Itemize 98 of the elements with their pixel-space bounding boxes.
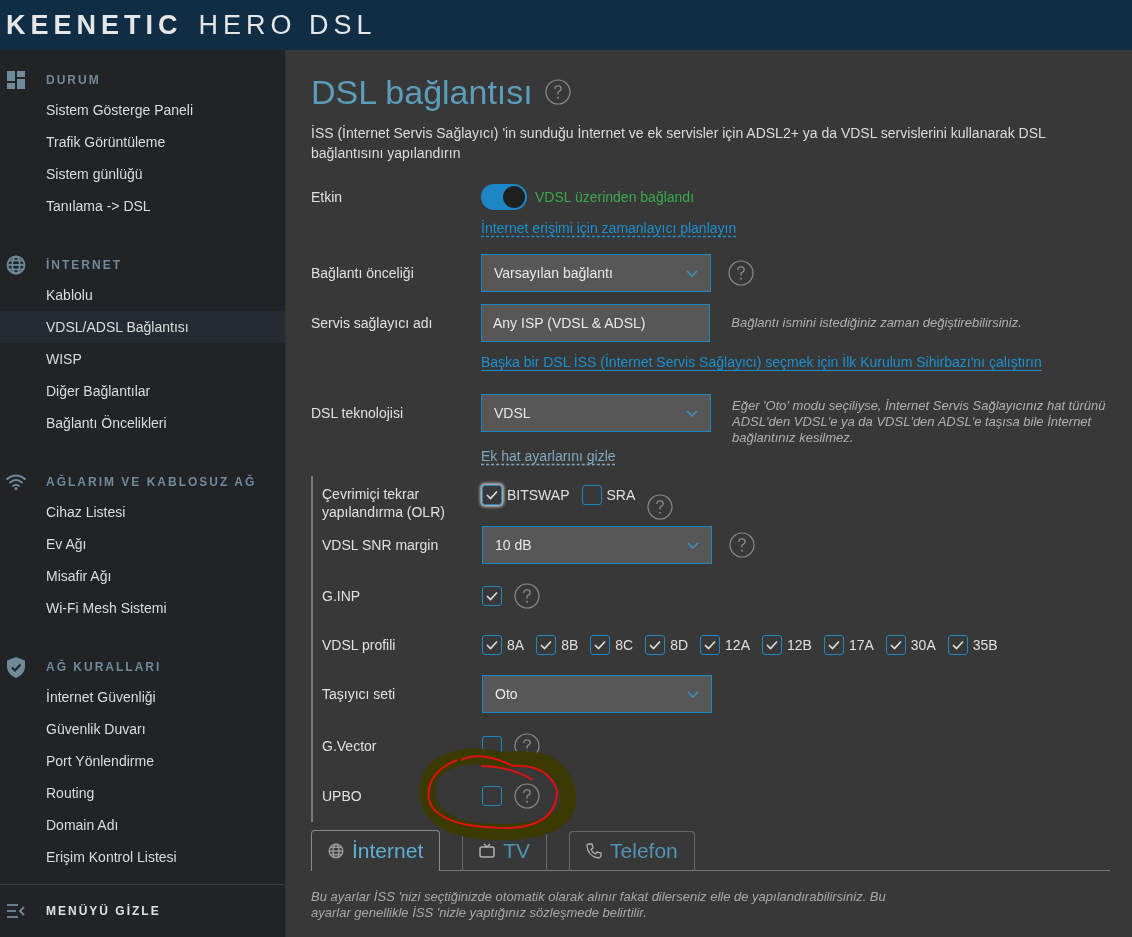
collapse-menu-icon	[7, 904, 25, 918]
model-name: HERO DSL	[198, 9, 377, 41]
hint-text: Bağlantı ismini istediğiniz zaman değiştirebilirsiniz.	[731, 315, 1023, 331]
sidebar-item[interactable]: Misafir Ağı	[0, 560, 285, 592]
checkbox[interactable]	[482, 635, 502, 655]
dropdown[interactable]: 10 dB	[482, 526, 712, 564]
checkbox-label: BITSWAP	[507, 487, 570, 503]
sidebar-section-heading: DURUM	[46, 73, 101, 87]
check-icon	[889, 640, 902, 650]
field-label: Bağlantı önceliği	[311, 264, 415, 282]
sidebar-item[interactable]: Ev Ağı	[0, 528, 285, 560]
sidebar-section-heading: İNTERNET	[46, 258, 122, 272]
field-label: VDSL profili	[322, 636, 397, 654]
globe-icon	[328, 843, 344, 859]
hide-menu-button[interactable]: MENÜYÜ GİZLE	[46, 904, 161, 918]
check-icon	[827, 640, 840, 650]
checkbox[interactable]	[823, 635, 844, 655]
checkbox[interactable]	[536, 635, 557, 655]
chevron-down-icon	[686, 269, 698, 277]
toggle-switch[interactable]	[481, 184, 527, 210]
sidebar-item[interactable]: Wi-Fi Mesh Sistemi	[0, 592, 285, 624]
checkbox[interactable]	[947, 635, 968, 655]
field-label: UPBO	[322, 787, 363, 805]
sidebar-item[interactable]: Sistem Gösterge Paneli	[0, 94, 285, 126]
checkbox-label: 8D	[670, 637, 689, 653]
sidebar-item[interactable]: Kablolu	[0, 279, 285, 311]
sidebar-item[interactable]: İnternet Güvenliği	[0, 681, 285, 713]
chevron-down-icon	[687, 690, 699, 698]
connection-status: VDSL üzerinden bağlandı	[535, 189, 695, 205]
checkbox-label: 12B	[787, 637, 812, 653]
checkbox[interactable]	[590, 635, 611, 655]
checkbox[interactable]	[482, 586, 502, 606]
checkbox[interactable]	[645, 635, 666, 655]
checkbox-label: 12A	[725, 637, 750, 653]
check-icon	[704, 640, 717, 650]
field-label: Servis sağlayıcı adı	[311, 314, 434, 332]
phone-icon	[586, 843, 603, 859]
sidebar-item[interactable]: Trafik Görüntüleme	[0, 126, 285, 158]
sidebar-item[interactable]: Bağlantı Öncelikleri	[0, 407, 285, 439]
field-label: VDSL SNR margin	[322, 536, 440, 554]
field-label: Taşıyıcı seti	[322, 685, 397, 703]
sidebar-section-heading: AĞ KURALLARI	[46, 660, 162, 674]
sidebar-item[interactable]: Port Yönlendirme	[0, 745, 285, 777]
sidebar-item[interactable]: Sistem günlüğü	[0, 158, 285, 190]
sidebar-item[interactable]: WISP	[0, 343, 285, 375]
field-label: DSL teknolojisi	[311, 404, 405, 422]
checkbox[interactable]	[581, 485, 602, 505]
sidebar-item[interactable]: Diğer Bağlantılar	[0, 375, 285, 407]
checkbox[interactable]	[482, 485, 502, 505]
sidebar-item[interactable]: Erişim Kontrol Listesi	[0, 841, 285, 873]
tab[interactable]: İnternet	[311, 830, 441, 871]
hint-text: Eğer 'Oto' modu seçiliyse, İnternet Servis Sağlayıcınız hat türünü ADSL'den VDSL'e ya da VDSL'den ADSL'e taşısa bile İnternet bağlantınız kesilmez.	[732, 398, 1107, 446]
shield-check-icon	[7, 656, 25, 678]
checkbox-label: 8C	[615, 637, 634, 653]
dashboard-icon	[7, 71, 25, 89]
check-icon	[486, 591, 498, 601]
tv-icon	[479, 843, 496, 859]
wifi-icon	[6, 474, 26, 490]
checkbox[interactable]	[762, 635, 782, 655]
sidebar-section-heading: AĞLARIM VE KABLOSUZ AĞ	[46, 475, 257, 489]
check-icon	[594, 640, 607, 650]
check-icon	[486, 490, 498, 500]
link[interactable]: Ek hat ayarlarını gizle	[481, 448, 616, 464]
field-label: Çevrimiçi tekrar yapılandırma (OLR)	[322, 485, 446, 521]
page-description: İSS (İnternet Servis Sağlayıcı) 'in sunduğu İnternet ve ek servisler için ADSL2+ ya da VDSL servislerini kullanarak DSL bağlantısını yapılandırın	[311, 124, 1047, 163]
check-icon	[486, 640, 498, 650]
field-label: G.INP	[322, 587, 362, 605]
dropdown[interactable]: Oto	[482, 675, 712, 713]
checkbox[interactable]	[482, 786, 502, 806]
field-label: Etkin	[311, 188, 344, 206]
checkbox-label: 8B	[561, 637, 579, 653]
note-text: Bu ayarlar İSS 'nizi seçtiğinizde otomatik olarak alınır fakat dilerseniz elle de yapılandırabilirsiniz. Bu ayarlar genellikle İSS 'nizle yaptığınız sözleşmede belirtilir.	[311, 889, 887, 921]
field-label: G.Vector	[322, 737, 378, 755]
input-field[interactable]: Any ISP (VDSL & ADSL)	[481, 304, 711, 342]
checkbox-label: 17A	[848, 637, 874, 653]
checkbox[interactable]	[700, 635, 721, 655]
sidebar-item[interactable]: Routing	[0, 777, 285, 809]
page-title: DSL bağlantısı	[311, 72, 533, 112]
sidebar-item[interactable]: VDSL/ADSL Bağlantısı	[0, 311, 285, 343]
checkbox-label: 30A	[910, 637, 936, 653]
check-icon	[951, 640, 964, 650]
dropdown[interactable]: Varsayılan bağlantı	[481, 254, 711, 292]
globe-icon	[6, 255, 26, 275]
chevron-down-icon	[687, 541, 699, 549]
checkbox-label: SRA	[606, 487, 636, 503]
brand-logo: KEENETIC	[6, 9, 183, 41]
checkbox-label: 35B	[972, 637, 998, 653]
sidebar-item[interactable]: Güvenlik Duvarı	[0, 713, 285, 745]
checkbox-label: 8A	[507, 637, 525, 653]
check-icon	[540, 640, 553, 650]
sidebar-item[interactable]: Tanılama -> DSL	[0, 190, 285, 222]
dropdown[interactable]: VDSL	[481, 394, 711, 432]
sidebar-item[interactable]: Domain Adı	[0, 809, 285, 841]
checkbox[interactable]	[885, 635, 906, 655]
check-icon	[649, 640, 662, 650]
chevron-down-icon	[686, 409, 698, 417]
check-icon	[766, 640, 778, 650]
sidebar-item[interactable]: Cihaz Listesi	[0, 496, 285, 528]
